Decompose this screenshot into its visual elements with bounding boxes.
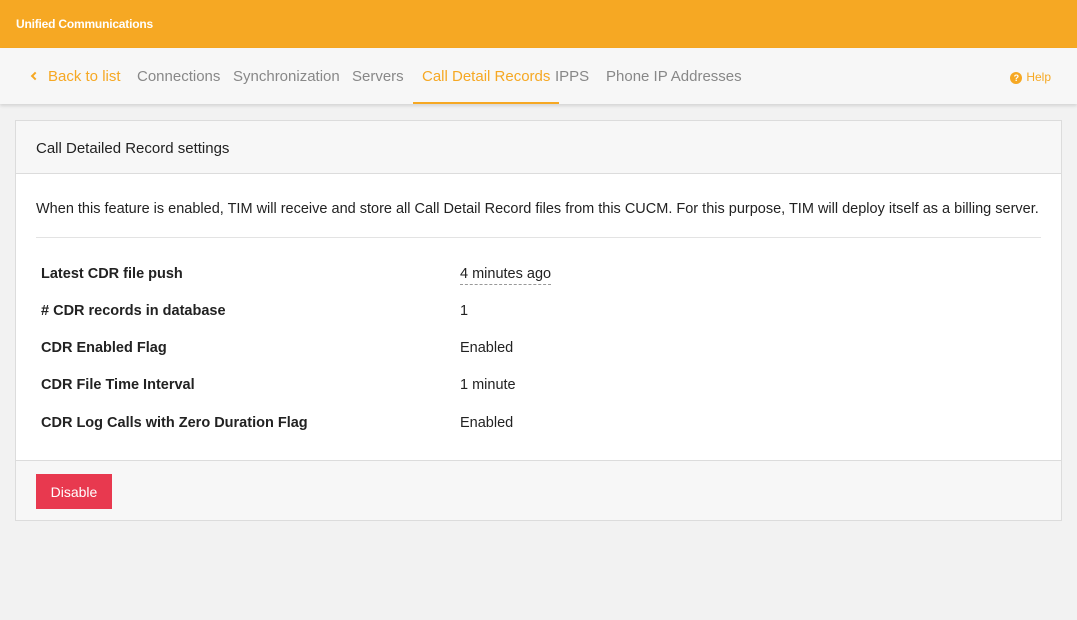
tab-phone-ip-addresses[interactable]: Phone IP Addresses (606, 48, 742, 104)
question-circle-icon: ? (1010, 72, 1023, 84)
latest-cdr-push-label: Latest CDR file push (41, 266, 183, 282)
latest-cdr-push-value[interactable]: 4 minutes ago (460, 266, 552, 285)
tab-connections[interactable]: Connections (137, 48, 220, 104)
tab-synchronization[interactable]: Synchronization (233, 48, 340, 104)
help-label: Help (1026, 70, 1051, 84)
cdr-records-count-label: # CDR records in database (41, 303, 226, 319)
panel-title: Call Detailed Record settings (36, 140, 230, 157)
cdr-file-time-interval-value: 1 minute (460, 377, 516, 393)
top-bar: Unified Communications (0, 0, 1077, 48)
cdr-records-count-value: 1 (460, 303, 469, 319)
cdr-settings-panel: Call Detailed Record settings When this … (15, 120, 1062, 521)
help-link[interactable]: ? Help (1010, 48, 1051, 104)
back-to-list-link[interactable]: Back to list (30, 48, 121, 104)
app-title: Unified Communications (16, 17, 153, 31)
panel-header: Call Detailed Record settings (16, 121, 1061, 174)
cdr-zero-duration-flag-value: Enabled (460, 415, 514, 431)
feature-description: When this feature is enabled, TIM will r… (36, 201, 1039, 217)
cdr-enabled-flag-value: Enabled (460, 340, 514, 356)
tab-servers[interactable]: Servers (352, 48, 404, 104)
cdr-enabled-flag-label: CDR Enabled Flag (41, 340, 167, 356)
disable-button[interactable]: Disable (36, 474, 112, 509)
tab-navigation: Back to list Connections Synchronization… (0, 48, 1077, 104)
cdr-zero-duration-flag-label: CDR Log Calls with Zero Duration Flag (41, 415, 308, 431)
divider (36, 237, 1041, 238)
chevron-left-icon (30, 71, 40, 81)
cdr-file-time-interval-label: CDR File Time Interval (41, 377, 195, 393)
back-to-list-label: Back to list (48, 68, 121, 85)
tab-ipps[interactable]: IPPS (555, 48, 589, 104)
panel-footer: Disable (16, 460, 1061, 520)
tab-call-detail-records[interactable]: Call Detail Records (413, 48, 560, 104)
